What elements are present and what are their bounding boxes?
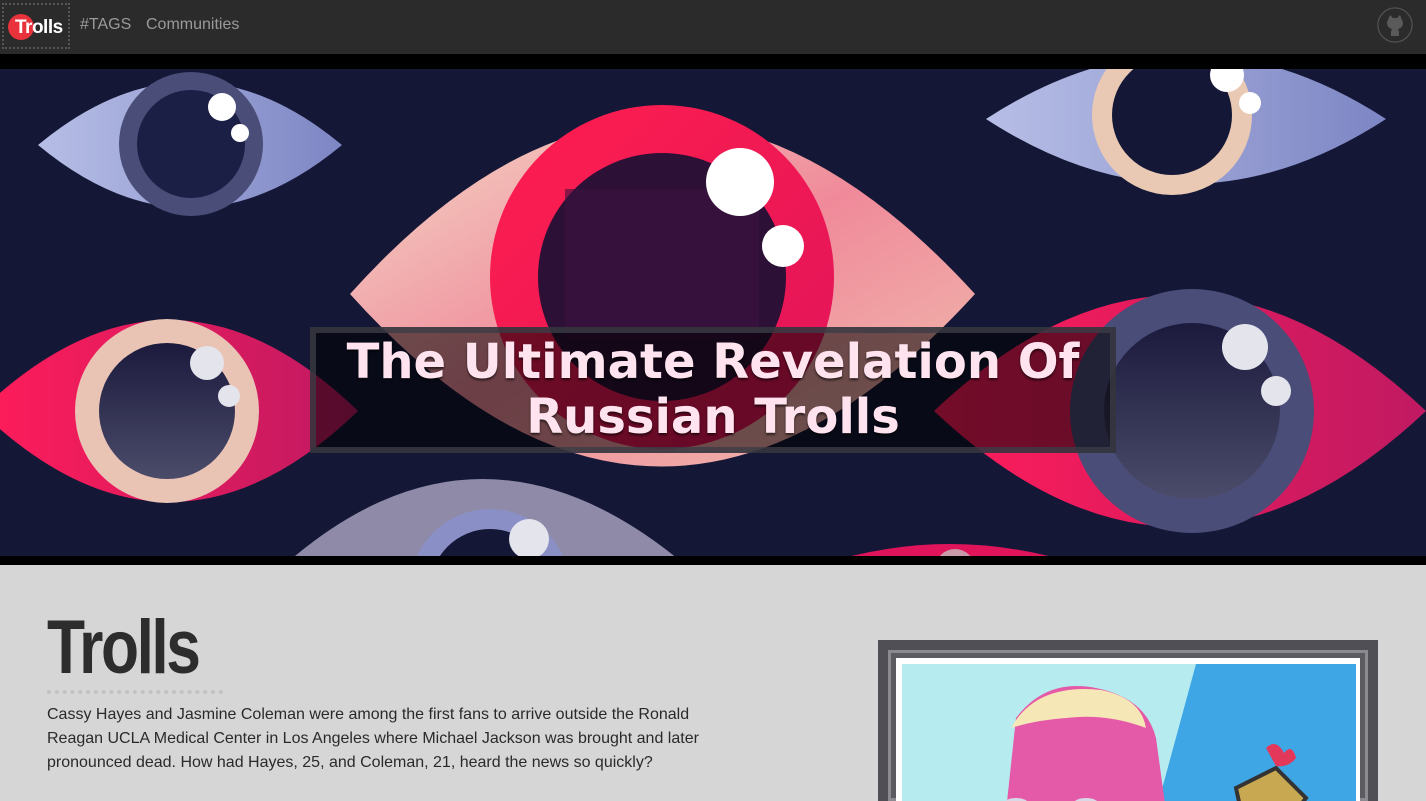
illustration-image xyxy=(896,658,1360,801)
section-title: Trolls xyxy=(47,605,201,690)
hero-title: The Ultimate Revelation Of Russian Troll… xyxy=(346,334,1080,445)
top-navbar: Trolls #TAGS Communities xyxy=(0,0,1426,54)
brand-name: Trolls xyxy=(15,17,63,38)
github-link[interactable] xyxy=(1376,6,1414,44)
nav-link-communities[interactable]: Communities xyxy=(146,16,239,34)
hero-title-box: The Ultimate Revelation Of Russian Troll… xyxy=(310,327,1116,453)
title-divider xyxy=(47,690,223,694)
illustration-frame xyxy=(878,640,1378,801)
github-icon xyxy=(1377,7,1413,43)
nav-link-tags[interactable]: #TAGS xyxy=(80,16,131,34)
hero-banner: The Ultimate Revelation Of Russian Troll… xyxy=(0,69,1426,556)
brand-logo-link[interactable]: Trolls xyxy=(2,3,70,49)
eyes-illustration xyxy=(0,69,1426,556)
illustration-graphic xyxy=(896,658,1360,801)
intro-paragraph: Cassy Hayes and Jasmine Coleman were amo… xyxy=(47,706,699,771)
